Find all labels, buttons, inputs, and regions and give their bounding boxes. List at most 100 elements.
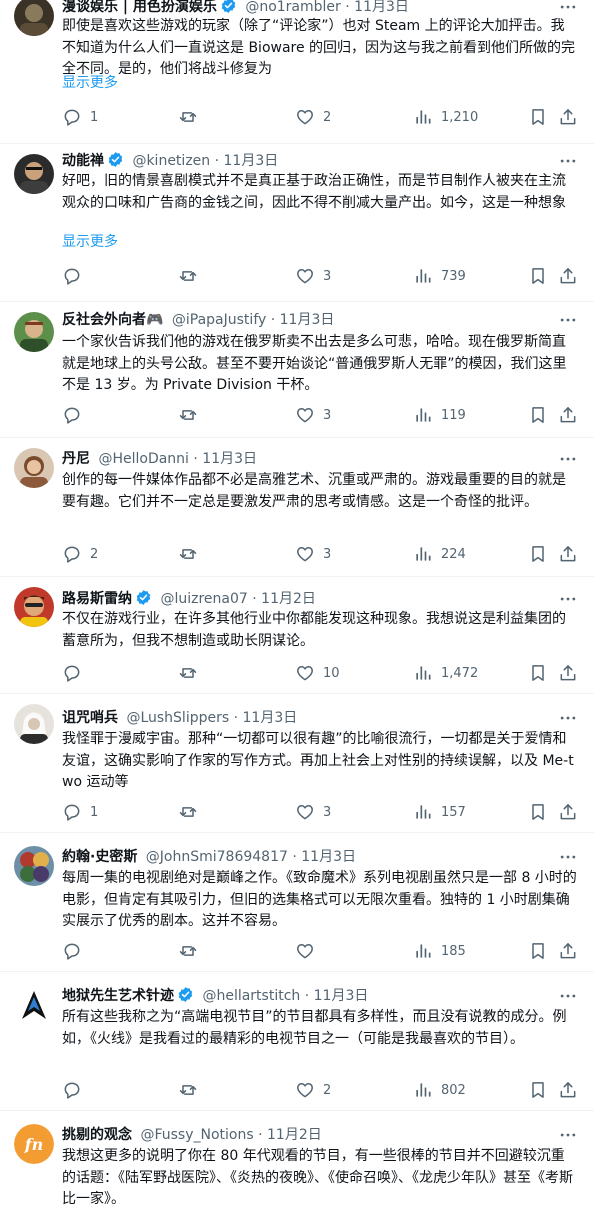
tweet-date[interactable]: 11月3日 — [224, 153, 279, 169]
more-icon[interactable] — [558, 449, 578, 469]
tweet-date[interactable]: 11月3日 — [301, 849, 356, 865]
tweet-date[interactable]: 11月3日 — [314, 988, 369, 1004]
display-name[interactable]: 漫谈娱乐 | 用色扮演娱乐 — [62, 0, 217, 15]
share-button[interactable] — [558, 801, 578, 823]
views-button[interactable]: 185 — [413, 940, 466, 962]
display-name[interactable]: 約翰·史密斯 — [62, 849, 137, 865]
tweet[interactable]: 诅咒哨兵 @LushSlippers · 11月3日 我怪罪于漫威宇宙。那种“一… — [0, 694, 594, 833]
bookmark-button[interactable] — [528, 543, 548, 565]
display-name[interactable]: 丹尼 — [62, 451, 90, 467]
bookmark-button[interactable] — [528, 404, 548, 426]
avatar[interactable] — [14, 154, 54, 194]
avatar[interactable] — [14, 985, 54, 1025]
user-handle[interactable]: @luizrena07 — [160, 591, 247, 607]
avatar[interactable] — [14, 587, 54, 627]
display-name[interactable]: 动能禅 — [62, 153, 104, 169]
more-icon[interactable] — [558, 847, 578, 867]
views-button[interactable]: 224 — [413, 543, 466, 565]
share-button[interactable] — [558, 940, 578, 962]
user-handle[interactable]: @JohnSmi78694817 — [146, 849, 288, 865]
share-button[interactable] — [558, 106, 578, 128]
like-button[interactable]: 3 — [295, 265, 331, 287]
retweet-button[interactable] — [178, 662, 206, 684]
tweet-date[interactable]: 11月2日 — [261, 591, 316, 607]
avatar[interactable] — [14, 846, 54, 886]
retweet-button[interactable] — [178, 543, 206, 565]
avatar[interactable] — [14, 0, 54, 36]
like-button[interactable]: 2 — [295, 106, 331, 128]
more-icon[interactable] — [558, 1125, 578, 1145]
share-button[interactable] — [558, 265, 578, 287]
tweet-date[interactable]: 11月3日 — [280, 312, 335, 328]
user-handle[interactable]: @no1rambler — [245, 0, 340, 15]
display-name[interactable]: 反社会外向者🎮 — [62, 312, 163, 328]
like-button[interactable]: 3 — [295, 543, 331, 565]
reply-button[interactable]: 2 — [62, 543, 98, 565]
bookmark-button[interactable] — [528, 265, 548, 287]
reply-button[interactable] — [62, 940, 90, 962]
avatar[interactable] — [14, 448, 54, 488]
more-icon[interactable] — [558, 986, 578, 1006]
user-handle[interactable]: @iPapaJustify — [172, 312, 266, 328]
tweet[interactable]: 动能禅 @kinetizen · 11月3日 好吧，旧的情景喜剧模式并不是真正基… — [0, 144, 594, 302]
bookmark-button[interactable] — [528, 106, 548, 128]
avatar[interactable] — [14, 312, 54, 352]
tweet[interactable]: 路易斯雷纳 @luizrena07 · 11月2日 不仅在游戏行业，在许多其他行… — [0, 577, 594, 694]
display-name[interactable]: 地狱先生艺术针迹 — [62, 988, 174, 1004]
like-button[interactable]: 2 — [295, 1079, 331, 1101]
retweet-button[interactable] — [178, 265, 206, 287]
more-icon[interactable] — [558, 708, 578, 728]
retweet-button[interactable] — [178, 404, 206, 426]
more-icon[interactable] — [558, 310, 578, 330]
more-icon[interactable] — [558, 0, 578, 17]
display-name[interactable]: 挑剔的观念 — [62, 1127, 132, 1143]
user-handle[interactable]: @kinetizen — [132, 153, 210, 169]
bookmark-button[interactable] — [528, 1079, 548, 1101]
retweet-button[interactable] — [178, 1079, 206, 1101]
tweet[interactable]: 丹尼 @HelloDanni · 11月3日 创作的每一件媒体作品都不必是高雅艺… — [0, 438, 594, 577]
share-button[interactable] — [558, 404, 578, 426]
like-button[interactable] — [295, 940, 323, 962]
tweet[interactable]: 反社会外向者🎮 @iPapaJustify · 11月3日 一个家伙告诉我们他的… — [0, 302, 594, 438]
like-button[interactable]: 3 — [295, 404, 331, 426]
views-button[interactable]: 1,210 — [413, 106, 478, 128]
tweet[interactable]: 約翰·史密斯 @JohnSmi78694817 · 11月3日 每周一集的电视剧… — [0, 833, 594, 972]
tweet[interactable]: 地狱先生艺术针迹 @hellartstitch · 11月3日 所有这些我称之为… — [0, 972, 594, 1111]
views-button[interactable]: 119 — [413, 404, 466, 426]
retweet-button[interactable] — [178, 940, 206, 962]
share-button[interactable] — [558, 1079, 578, 1101]
user-handle[interactable]: @HelloDanni — [98, 451, 188, 467]
user-handle[interactable]: @Fussy_Notions — [140, 1127, 253, 1143]
bookmark-button[interactable] — [528, 662, 548, 684]
bookmark-button[interactable] — [528, 801, 548, 823]
like-button[interactable]: 10 — [295, 662, 340, 684]
tweet-date[interactable]: 11月3日 — [202, 451, 257, 467]
reply-button[interactable]: 1 — [62, 106, 98, 128]
show-more-link[interactable]: 显示更多 — [62, 232, 118, 253]
avatar[interactable]: fn — [14, 1124, 54, 1164]
tweet-date[interactable]: 11月2日 — [267, 1127, 322, 1143]
more-icon[interactable] — [558, 589, 578, 609]
show-more-link[interactable]: 显示更多 — [62, 73, 118, 94]
display-name[interactable]: 路易斯雷纳 — [62, 591, 132, 607]
reply-button[interactable] — [62, 662, 90, 684]
tweet-date[interactable]: 11月3日 — [354, 0, 409, 15]
reply-button[interactable] — [62, 404, 90, 426]
views-button[interactable]: 1,472 — [413, 662, 478, 684]
tweet-date[interactable]: 11月3日 — [243, 710, 298, 726]
views-button[interactable]: 157 — [413, 801, 466, 823]
share-button[interactable] — [558, 543, 578, 565]
share-button[interactable] — [558, 662, 578, 684]
retweet-button[interactable] — [178, 801, 206, 823]
bookmark-button[interactable] — [528, 940, 548, 962]
views-button[interactable]: 802 — [413, 1079, 466, 1101]
reply-button[interactable]: 1 — [62, 801, 98, 823]
tweet[interactable]: 漫谈娱乐 | 用色扮演娱乐 @no1rambler · 11月3日 即使是喜欢这… — [0, 0, 594, 144]
user-handle[interactable]: @LushSlippers — [126, 710, 229, 726]
tweet[interactable]: fn 挑剔的观念 @Fussy_Notions · 11月2日 我想这更多的说明… — [0, 1111, 594, 1214]
reply-button[interactable] — [62, 265, 90, 287]
retweet-button[interactable] — [178, 106, 206, 128]
like-button[interactable]: 3 — [295, 801, 331, 823]
avatar[interactable] — [14, 704, 54, 744]
reply-button[interactable] — [62, 1079, 90, 1101]
